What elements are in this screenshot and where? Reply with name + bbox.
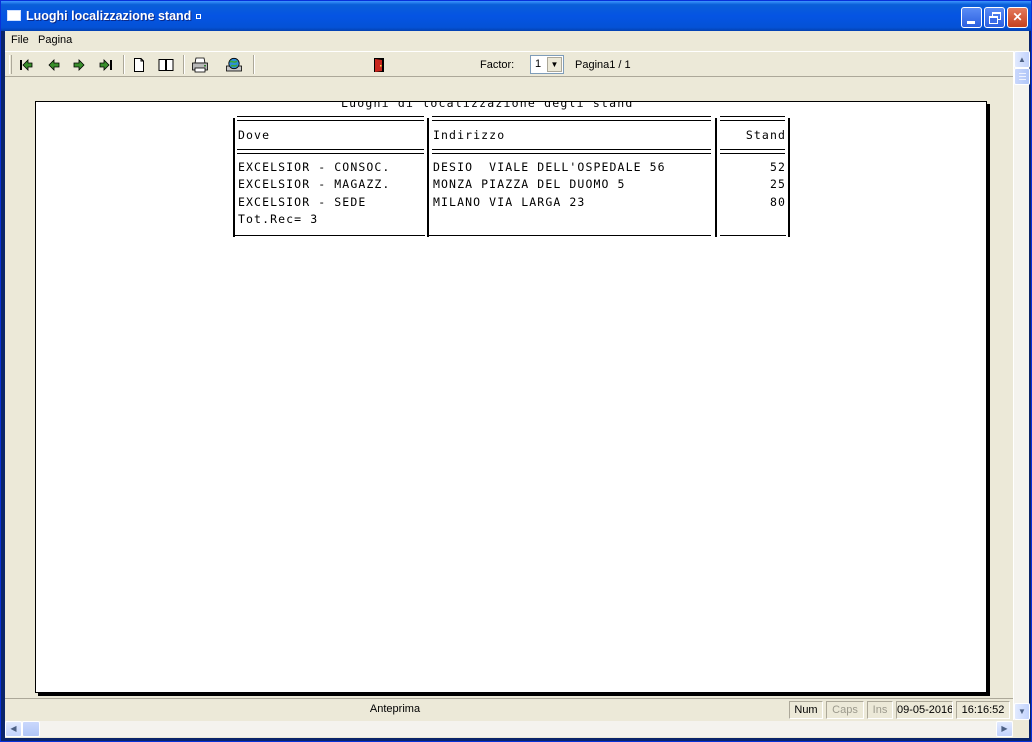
factor-select[interactable]: 1 ▼: [530, 55, 564, 74]
menu-file[interactable]: File: [11, 34, 29, 46]
dropdown-arrow-icon[interactable]: ▼: [547, 57, 562, 72]
horizontal-scrollbar[interactable]: ◀ ▶: [5, 721, 1013, 737]
first-page-button[interactable]: [15, 55, 37, 75]
next-page-button[interactable]: [68, 55, 90, 75]
table-column-divider-2: [715, 118, 717, 237]
toolbar: Factor: 1 ▼ Pagina1 / 1: [5, 51, 1013, 77]
scroll-up-button[interactable]: ▲: [1014, 51, 1030, 68]
toolbar-separator-2: [183, 55, 185, 74]
footer-line-indirizzo: [429, 235, 711, 236]
two-pages-button[interactable]: [155, 55, 177, 75]
window-title: Luoghi localizzazione stand: [26, 9, 202, 23]
minimize-icon: [967, 21, 975, 24]
table-row-1-dove: EXCELSIOR - CONSOC.: [238, 160, 391, 174]
footer-line-stand: [720, 235, 786, 236]
vertical-scrollbar[interactable]: ▲ ▼: [1013, 51, 1030, 720]
client-area: File Pagina Factor: 1 ▼ Pagina1 / 1 Luog…: [5, 31, 1030, 738]
preview-area[interactable]: Luoghi di localizzazione degli stand Dov…: [5, 78, 1013, 697]
title-bar[interactable]: Luoghi localizzazione stand ✕: [1, 1, 1031, 31]
table-row-3-indirizzo: MILANO VIA LARGA 23: [433, 195, 586, 209]
app-icon: [7, 10, 21, 21]
header-bottom-rule-stand: [720, 149, 785, 154]
scroll-down-button[interactable]: ▼: [1014, 703, 1030, 720]
header-rule-stand: [720, 116, 785, 121]
horizontal-scroll-thumb[interactable]: [22, 721, 40, 737]
toolbar-separator: [123, 55, 125, 74]
size-grip[interactable]: [1013, 721, 1029, 737]
status-bar: Anteprima Num Caps Ins 09-05-2016 16:16:…: [5, 698, 1013, 719]
status-mode: Anteprima: [369, 703, 421, 715]
prev-page-button[interactable]: [43, 55, 65, 75]
page-indicator: Pagina1 / 1: [575, 59, 631, 71]
header-indirizzo: Indirizzo: [433, 128, 506, 142]
status-num: Num: [789, 701, 823, 719]
thumb-grip-line-2: [1019, 76, 1026, 77]
two-pages-icon: [158, 59, 174, 71]
table-column-divider: [427, 118, 429, 237]
status-date: 09-05-2016: [896, 701, 953, 719]
single-page-button[interactable]: [128, 55, 150, 75]
report-page: Luoghi di localizzazione degli stand Dov…: [35, 101, 987, 693]
report-title: Luoghi di localizzazione degli stand: [341, 101, 634, 110]
single-page-icon: [134, 58, 144, 72]
next-page-icon: [73, 59, 85, 71]
header-rule-dove: [237, 116, 424, 121]
table-row-2-dove: EXCELSIOR - MAGAZZ.: [238, 177, 391, 191]
factor-value: 1: [535, 58, 542, 70]
menu-bar: File Pagina: [5, 31, 1029, 50]
prev-page-icon: [48, 59, 60, 71]
record-total: Tot.Rec= 3: [238, 212, 319, 226]
toolbar-separator-3: [253, 55, 255, 74]
header-stand: Stand: [745, 128, 786, 142]
header-bottom-rule-dove: [237, 149, 424, 154]
table-row-2-stand: 25: [769, 177, 786, 191]
minimize-button[interactable]: [961, 7, 982, 28]
table-row-1-stand: 52: [769, 160, 786, 174]
window-title-text: Luoghi localizzazione stand: [26, 9, 192, 23]
table-border-left: [233, 118, 235, 237]
restore-icon-back: [989, 16, 998, 24]
export-button[interactable]: [223, 55, 245, 75]
exit-button[interactable]: [368, 55, 390, 75]
status-ins: Ins: [867, 701, 893, 719]
print-button[interactable]: [189, 55, 211, 75]
globe-export-icon: [226, 57, 242, 72]
first-page-icon: [20, 59, 33, 71]
status-caps: Caps: [826, 701, 864, 719]
restore-button[interactable]: [984, 7, 1005, 28]
thumb-grip-line-3: [1019, 79, 1026, 80]
header-rule-indirizzo: [432, 116, 711, 121]
scroll-thumb[interactable]: [1014, 68, 1030, 85]
report-content: Luoghi di localizzazione degli stand Dov…: [36, 101, 986, 692]
printer-icon: [192, 57, 208, 73]
scroll-right-button[interactable]: ▶: [996, 721, 1013, 737]
table-row-2-indirizzo: MONZA PIAZZA DEL DUOMO 5: [433, 177, 626, 191]
table-row-3-stand: 80: [769, 195, 786, 209]
last-page-button[interactable]: [95, 55, 117, 75]
title-dot-icon: [196, 14, 202, 20]
header-bottom-rule-indirizzo: [432, 149, 711, 154]
last-page-icon: [99, 59, 112, 71]
footer-line-dove: [235, 235, 425, 236]
table-border-right: [788, 118, 790, 237]
table-row-1-indirizzo: DESIO VIALE DELL'OSPEDALE 56: [433, 160, 666, 174]
toolbar-grip[interactable]: [9, 55, 12, 74]
status-time: 16:16:52: [956, 701, 1010, 719]
thumb-grip-line: [1019, 73, 1026, 74]
exit-door-icon: [374, 58, 384, 72]
factor-label: Factor:: [480, 59, 515, 71]
header-dove: Dove: [238, 128, 271, 142]
table-row-3-dove: EXCELSIOR - SEDE: [238, 195, 367, 209]
app-window: Luoghi localizzazione stand ✕ File Pagin…: [0, 0, 1032, 742]
menu-pagina[interactable]: Pagina: [38, 34, 72, 46]
scroll-left-button[interactable]: ◀: [5, 721, 22, 737]
close-button[interactable]: ✕: [1007, 7, 1028, 28]
